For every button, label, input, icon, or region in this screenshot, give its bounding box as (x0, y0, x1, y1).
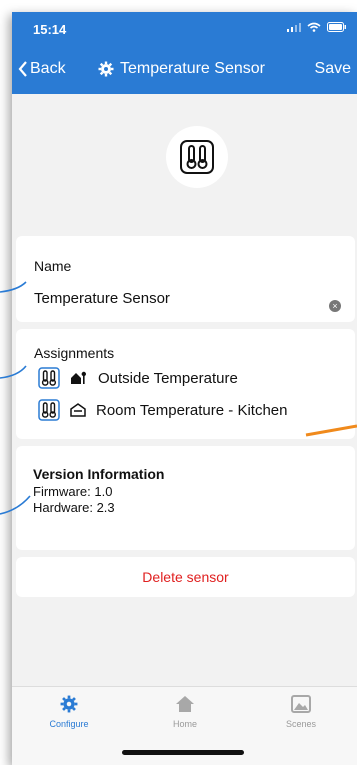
tab-configure-label: Configure (49, 719, 89, 729)
assignment-item[interactable]: Outside Temperature (38, 367, 238, 389)
back-label: Back (30, 60, 66, 77)
assignment-label: Room Temperature - Kitchen (96, 401, 288, 419)
assignments-label: Assignments (34, 345, 115, 361)
tab-scenes[interactable]: Scenes (256, 695, 346, 729)
scenes-icon (291, 695, 311, 713)
name-field[interactable]: Temperature Sensor (34, 290, 170, 307)
status-icons (287, 22, 347, 32)
back-button[interactable]: Back (18, 60, 66, 78)
tab-scenes-label: Scenes (285, 719, 317, 729)
firmware-version: Firmware: 1.0 (33, 484, 113, 499)
outdoor-house-icon (71, 371, 86, 384)
nav-bar: Back Temperature Sensor Save (12, 58, 357, 84)
name-label: Name (34, 258, 72, 274)
version-card: Version Information Firmware: 1.0 Hardwa… (16, 446, 355, 550)
clear-icon[interactable]: × (329, 300, 341, 312)
title-text: Temperature Sensor (120, 60, 265, 77)
wifi-icon (307, 22, 321, 32)
name-card: Name Temperature Sensor × (16, 236, 355, 322)
battery-icon (327, 22, 346, 32)
tab-home[interactable]: Home (140, 695, 230, 729)
save-button[interactable]: Save (315, 60, 351, 78)
assignment-item[interactable]: Room Temperature - Kitchen (38, 399, 287, 421)
home-indicator (122, 750, 244, 755)
delete-sensor-button[interactable]: Delete sensor (16, 569, 355, 585)
signal-icon (287, 23, 301, 32)
assignments-card: Assignments Outside Temperature Room Tem… (16, 329, 355, 439)
home-icon (176, 696, 194, 712)
hardware-version: Hardware: 2.3 (33, 500, 115, 515)
assignment-label: Outside Temperature (98, 369, 238, 387)
version-title: Version Information (33, 466, 165, 482)
room-icon (70, 403, 86, 417)
thermometer-icon (38, 399, 60, 421)
tab-home-label: Home (172, 719, 197, 729)
delete-card: Delete sensor (16, 557, 355, 597)
app-screen: 15:14 Back Temperature Sensor Save Name … (12, 12, 357, 765)
tab-configure[interactable]: Configure (24, 695, 114, 729)
header: 15:14 Back Temperature Sensor Save (12, 12, 357, 94)
chevron-left-icon (18, 61, 27, 77)
status-time: 15:14 (33, 22, 67, 37)
gear-icon (98, 61, 114, 77)
thermometer-icon (38, 367, 60, 389)
device-thermometer-icon (166, 126, 228, 188)
tab-bar: Configure Home Scenes (12, 686, 357, 765)
page-title: Temperature Sensor (98, 60, 265, 78)
gear-icon (60, 695, 78, 713)
